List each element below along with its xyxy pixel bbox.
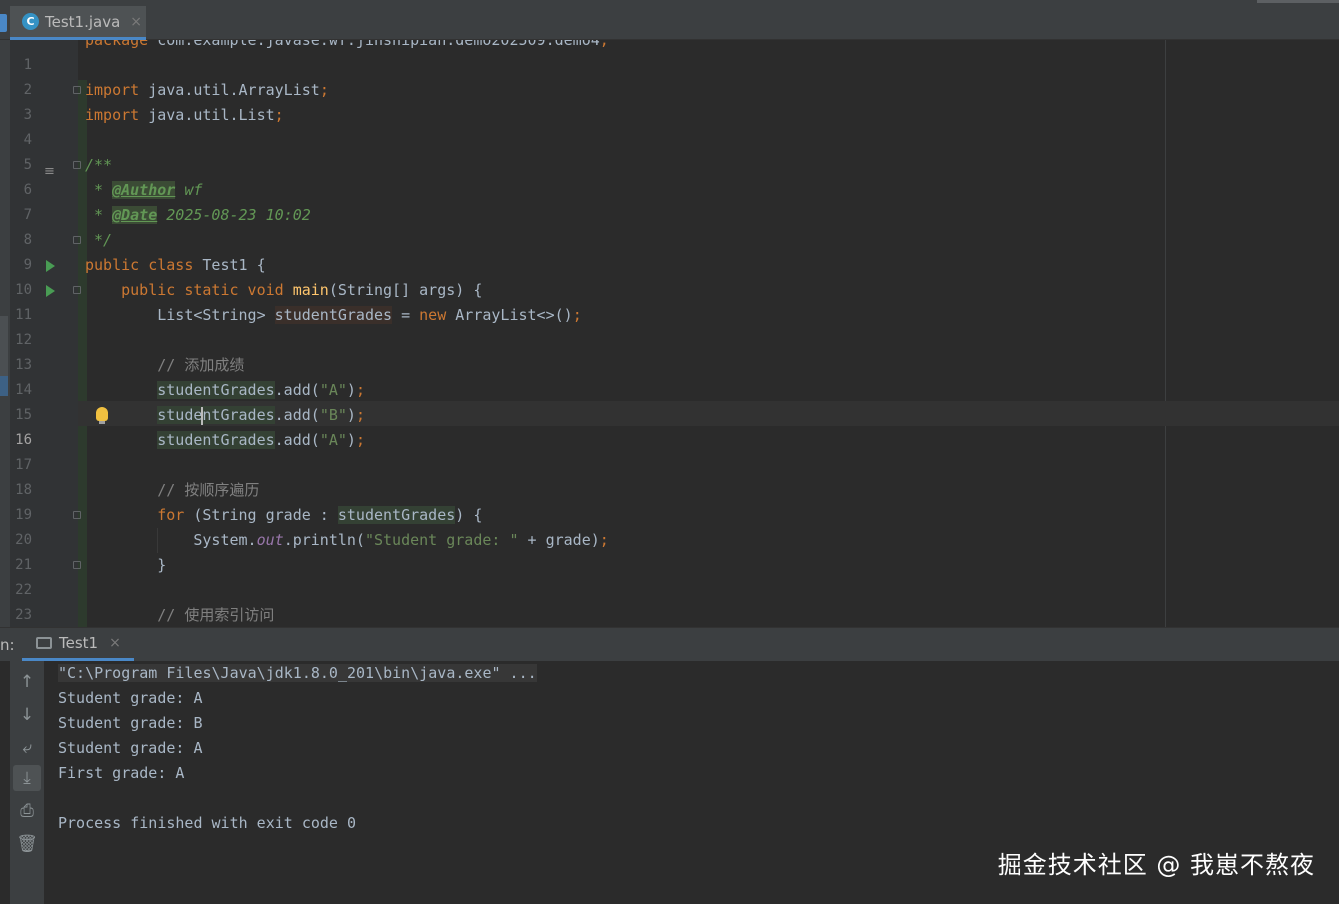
javadoc-tag: @Date [112, 206, 158, 224]
run-panel-header: n: Test1 × [0, 627, 1339, 661]
console-line: Student grade: A [58, 739, 203, 757]
code-line-9: 9 */ [0, 228, 1339, 273]
code-line-20: 20 for (String grade : studentGrades) { [0, 503, 1339, 548]
code-line-10: 10 public class Test1 { [0, 253, 1339, 298]
run-tab-label: Test1 [59, 634, 99, 652]
print-icon[interactable]: ⎙ [13, 798, 41, 824]
tab-test1-java[interactable]: C Test1.java × [10, 6, 146, 40]
code-line-8: 8 * @Date 2025-08-23 10:02 [0, 203, 1339, 248]
tab-bar-scroll [1257, 0, 1339, 3]
code-line-13: 13 [0, 328, 1339, 373]
console-icon [36, 637, 52, 649]
code-line-5: 5 [0, 128, 1339, 173]
code-line-24: 24 // 使用索引访问 [85, 606, 275, 624]
code-line-19: 19 // 按顺序遍历 [0, 478, 1339, 523]
code-line-23: 23 [0, 578, 1339, 623]
text-caret [201, 406, 204, 425]
soft-wrap-icon[interactable]: ⤶ [13, 735, 41, 761]
trash-icon[interactable]: 🗑 [13, 831, 41, 857]
code-line-21: 21 System.out.println("Student grade: " … [0, 528, 1339, 573]
java-command[interactable]: "C:\Program Files\Java\jdk1.8.0_201\bin\… [58, 664, 537, 682]
watermark: 掘金技术社区 @ 我崽不熬夜 [997, 851, 1315, 879]
fold-icon[interactable] [73, 286, 81, 294]
run-class-icon[interactable] [46, 260, 55, 272]
close-icon[interactable]: × [130, 14, 142, 30]
code-line-1: 1 package com.example.javase.wf.jinshipi… [0, 40, 1339, 73]
code-lines: 1 package com.example.javase.wf.jinshipi… [0, 40, 1339, 627]
fold-icon[interactable] [73, 161, 81, 169]
code-editor[interactable]: 1 package com.example.javase.wf.jinshipi… [0, 40, 1339, 627]
code-line-3: 3 import java.util.ArrayList; [0, 78, 1339, 123]
run-panel-label: n: [0, 636, 15, 654]
run-tab-test1[interactable]: Test1 × [22, 628, 134, 661]
fold-icon[interactable] [73, 86, 81, 94]
code-line-12: 12 List<String> studentGrades = new Arra… [0, 303, 1339, 348]
run-toolbar: ↑ ↓ ⤶ ⤓ ⎙ 🗑 [10, 661, 44, 904]
code-line-2: 2 [0, 53, 1339, 98]
console-line: Process finished with exit code 0 [58, 814, 357, 832]
package-name: com.example.javase.wf.jinshipian.demo202… [157, 40, 600, 49]
fold-icon[interactable] [73, 561, 81, 569]
console-output[interactable]: "C:\Program Files\Java\jdk1.8.0_201\bin\… [58, 661, 537, 836]
scroll-to-end-icon[interactable]: ⤓ [13, 765, 41, 791]
code-line-4: 4 import java.util.List; [0, 103, 1339, 148]
editor-tab-bar: C Test1.java × [0, 0, 1339, 40]
run-panel: ↑ ↓ ⤶ ⤓ ⎙ 🗑 "C:\Program Files\Java\jdk1.… [0, 661, 1339, 904]
code-line-22: 22 } [0, 553, 1339, 598]
arrow-down-icon[interactable]: ↓ [13, 702, 41, 728]
code-line-18: 18 [0, 453, 1339, 498]
code-line-6: 6 ≡ /** [0, 153, 1339, 198]
javadoc-tag: @Author [112, 181, 176, 199]
java-class-icon: C [22, 13, 39, 30]
code-line-15: 15 studentGrades.add("A"); [0, 378, 1339, 423]
code-line-16: 16 studentGrades.add("B"); [0, 403, 1339, 448]
arrow-up-icon[interactable]: ↑ [13, 669, 41, 695]
fold-icon[interactable] [73, 511, 81, 519]
fold-icon[interactable] [73, 236, 81, 244]
console-line: Student grade: B [58, 714, 203, 732]
code-line-7: 7 * @Author wf [0, 178, 1339, 223]
close-icon[interactable]: × [109, 635, 121, 651]
console-line: "C:\Program Files\Java\jdk1.8.0_201\bin\… [58, 661, 537, 686]
run-main-icon[interactable] [46, 285, 55, 297]
keyword: package [85, 40, 158, 49]
code-line-11: 11 public static void main(String[] args… [0, 278, 1339, 323]
code-line-17: 17 studentGrades.add("A"); [0, 428, 1339, 473]
project-tool-tab[interactable] [0, 14, 7, 32]
console-line: Student grade: A [58, 689, 203, 707]
code-line-14: 14 // 添加成绩 [0, 353, 1339, 398]
tab-label: Test1.java [45, 12, 121, 31]
console-line: First grade: A [58, 764, 185, 782]
